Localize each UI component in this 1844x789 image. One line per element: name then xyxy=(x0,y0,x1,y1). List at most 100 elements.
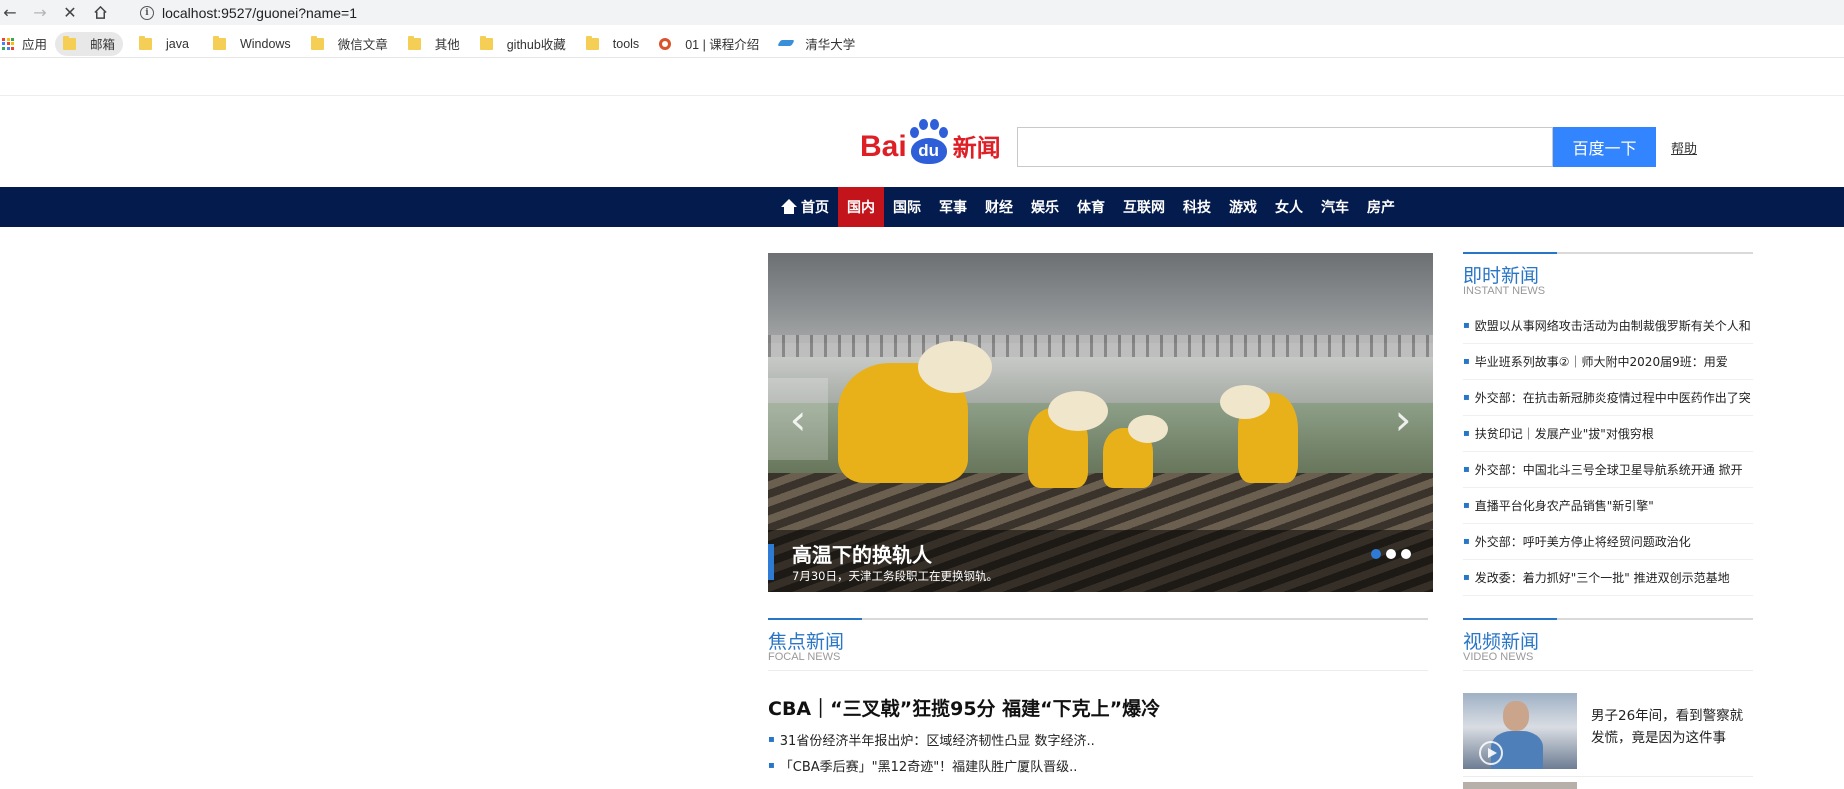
section-subtitle: INSTANT NEWS xyxy=(1463,285,1546,297)
nav-item[interactable]: 军事 xyxy=(930,187,976,227)
news-slider[interactable]: ‹ › 高温下的换轨人 7月30日，天津工务段职工在更换钢轨。 xyxy=(768,253,1433,592)
logo-news-text: 新闻 xyxy=(952,134,1001,162)
video-news-heading: 视频新闻 VIDEO NEWS xyxy=(1463,618,1753,674)
bookmark-item[interactable]: java xyxy=(131,32,197,56)
help-link[interactable]: 帮助 xyxy=(1671,138,1697,157)
logo-du-text: du xyxy=(910,138,947,164)
bookmark-label: 应用 xyxy=(22,38,48,52)
bullet-icon: ▪ xyxy=(1463,356,1470,367)
arrow-right-icon[interactable]: → xyxy=(30,0,50,25)
list-item[interactable]: ▪ 31省份经济半年报出炉：区域经济韧性凸显 数字经济.. xyxy=(768,726,1428,752)
focal-headline[interactable]: CBA｜“三叉戟”狂揽95分 福建“下克上”爆冷 xyxy=(768,694,1160,721)
home-icon xyxy=(781,199,797,215)
nav-item[interactable]: 国内 xyxy=(838,187,884,227)
bookmark-item[interactable]: Windows xyxy=(205,32,299,56)
main-navbar: 首页 国内 国际 军事 财经 娱乐 体育 互联网 科技 游戏 女人 汽车 房产 xyxy=(0,187,1844,227)
video-thumbnail[interactable] xyxy=(1463,782,1577,789)
list-item[interactable]: ▪ 外交部：中国北斗三号全球卫星导航系统开通 掀开 xyxy=(1463,452,1753,488)
section-subtitle: FOCAL NEWS xyxy=(768,651,841,663)
slider-dot[interactable] xyxy=(1371,549,1381,559)
close-icon[interactable]: ✕ xyxy=(60,0,80,25)
nav-item[interactable]: 游戏 xyxy=(1220,187,1266,227)
nav-item[interactable]: 财经 xyxy=(976,187,1022,227)
folder-icon xyxy=(139,35,153,50)
bookmark-item[interactable]: 清华大学 xyxy=(771,32,863,56)
gitee-icon xyxy=(659,37,672,50)
list-item-text: 外交部：呼吁美方停止将经贸问题政治化 xyxy=(1474,535,1691,549)
bullet-icon: ▪ xyxy=(1463,572,1470,583)
slide-image-bridge xyxy=(768,253,1433,343)
list-item[interactable]: ▪ 扶贫印记｜发展产业"拔"对俄穷根 xyxy=(1463,416,1753,452)
slider-dot[interactable] xyxy=(1386,549,1396,559)
section-title: 视频新闻 xyxy=(1463,631,1540,653)
instant-news-list: ▪ 欧盟以从事网络攻击活动为由制裁俄罗斯有关个人和 ▪ 毕业班系列故事②｜师大附中20… xyxy=(1463,308,1753,596)
thumbnail-person xyxy=(1503,701,1529,731)
list-item[interactable]: ▪ 发改委：着力抓好"三个一批" 推进双创示范基地 xyxy=(1463,560,1753,596)
section-topline-accent xyxy=(1463,618,1557,620)
url-bar[interactable]: i localhost:9527/guonei?name=1 xyxy=(130,0,1844,25)
focal-news-heading: 焦点新闻 FOCAL NEWS xyxy=(768,618,1428,674)
search-input[interactable] xyxy=(1017,127,1553,167)
list-item[interactable]: ▪ 欧盟以从事网络攻击活动为由制裁俄罗斯有关个人和 xyxy=(1463,308,1753,344)
list-item[interactable]: ▪ 外交部：呼吁美方停止将经贸问题政治化 xyxy=(1463,524,1753,560)
list-item[interactable]: ▪ 外交部：在抗击新冠肺炎疫情过程中中医药作出了突 xyxy=(1463,380,1753,416)
bookmark-item[interactable]: 其他 xyxy=(400,32,468,56)
home-icon[interactable] xyxy=(90,0,110,25)
video-title[interactable]: 男子26年间，看到警察就发慌，竟是因为这件事 xyxy=(1591,705,1751,749)
list-item-text: 31省份经济半年报出炉：区域经济韧性凸显 数字经济.. xyxy=(779,733,1095,749)
nav-item[interactable]: 体育 xyxy=(1068,187,1114,227)
play-icon[interactable] xyxy=(1479,741,1503,765)
bookmark-label: 01 | 课程介绍 xyxy=(685,38,760,52)
bookmark-label: 其他 xyxy=(434,38,460,52)
arrow-left-icon[interactable]: ← xyxy=(0,0,20,25)
list-item[interactable]: ▪ 毕业班系列故事②｜师大附中2020届9班：用爱 xyxy=(1463,344,1753,380)
baidu-news-logo[interactable]: Bai du 新闻 xyxy=(860,116,1001,164)
divider xyxy=(0,95,1844,96)
bookmark-item[interactable]: 微信文章 xyxy=(303,32,396,56)
slide-caption: 高温下的换轨人 7月30日，天津工务段职工在更换钢轨。 xyxy=(768,530,1433,592)
slide-hat xyxy=(1128,415,1168,443)
bookmark-item[interactable]: 邮箱 xyxy=(55,31,124,56)
nav-item[interactable]: 科技 xyxy=(1174,187,1220,227)
slide-hat xyxy=(1220,385,1270,419)
nav-item[interactable]: 房产 xyxy=(1358,187,1404,227)
bookmark-label: 清华大学 xyxy=(805,38,856,52)
chevron-right-icon[interactable]: › xyxy=(1373,378,1433,460)
slide-subtitle: 7月30日，天津工务段职工在更换钢轨。 xyxy=(792,569,998,583)
nav-item-label: 国内 xyxy=(847,200,875,216)
nav-item-label: 体育 xyxy=(1077,200,1105,216)
nav-item[interactable]: 互联网 xyxy=(1114,187,1174,227)
slide-title[interactable]: 高温下的换轨人 xyxy=(792,539,932,568)
caption-accent-bar xyxy=(768,544,774,580)
nav-item-label: 财经 xyxy=(985,200,1013,216)
bookmark-item[interactable]: github收藏 xyxy=(472,32,574,56)
nav-item[interactable]: 女人 xyxy=(1266,187,1312,227)
search-button[interactable]: 百度一下 xyxy=(1553,127,1656,167)
bullet-icon: ▪ xyxy=(1463,320,1470,331)
info-icon[interactable]: i xyxy=(140,5,154,20)
bookmark-label: github收藏 xyxy=(506,38,566,52)
divider xyxy=(1463,776,1753,777)
list-item-text: 欧盟以从事网络攻击活动为由制裁俄罗斯有关个人和 xyxy=(1474,319,1751,333)
nav-items: 首页 国内 国际 军事 财经 娱乐 体育 互联网 科技 游戏 女人 汽车 房产 xyxy=(772,187,1404,227)
url-text[interactable]: localhost:9527/guonei?name=1 xyxy=(162,5,357,21)
section-topline xyxy=(768,618,1428,620)
nav-item-label: 军事 xyxy=(939,200,967,216)
bookmark-item[interactable]: 01 | 课程介绍 xyxy=(651,32,767,56)
slider-dots xyxy=(1366,549,1411,559)
bookmark-apps[interactable]: 应用 xyxy=(0,32,55,56)
bookmark-item[interactable]: tools xyxy=(578,32,647,56)
folder-icon xyxy=(212,35,226,50)
chevron-left-icon[interactable]: ‹ xyxy=(768,378,828,460)
nav-item-label: 汽车 xyxy=(1321,200,1349,216)
list-item[interactable]: ▪ 直播平台化身农产品销售"新引擎" xyxy=(1463,488,1753,524)
nav-item[interactable]: 国际 xyxy=(884,187,930,227)
video-thumbnail[interactable] xyxy=(1463,693,1577,769)
slide-hat xyxy=(1048,391,1108,431)
nav-item[interactable]: 汽车 xyxy=(1312,187,1358,227)
list-item[interactable]: ▪ 「CBA季后赛」"黑12奇迹"！福建队胜广厦队晋级.. xyxy=(768,752,1428,778)
nav-item-label: 科技 xyxy=(1183,200,1211,216)
slider-dot[interactable] xyxy=(1401,549,1411,559)
nav-item[interactable]: 首页 xyxy=(772,187,838,227)
nav-item[interactable]: 娱乐 xyxy=(1022,187,1068,227)
